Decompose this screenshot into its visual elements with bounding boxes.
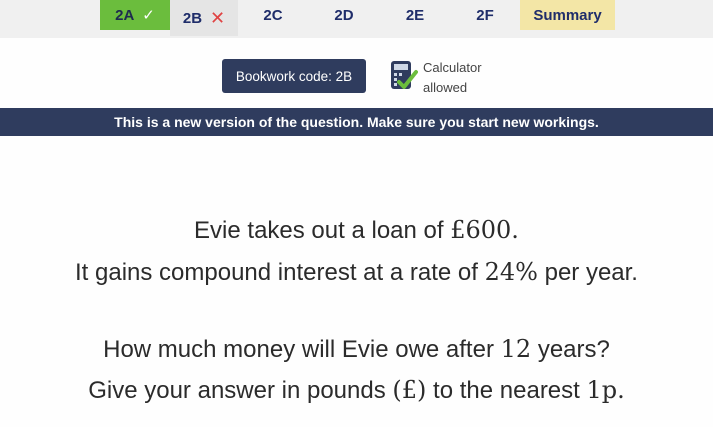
new-version-banner: This is a new version of the question. M…	[0, 108, 713, 136]
question-text: Evie takes out a loan of	[194, 217, 451, 244]
question-line-2: It gains compound interest at a rate of …	[0, 258, 713, 287]
calculator-allowed-label: allowed	[423, 80, 468, 95]
tab-2b[interactable]: 2B ✕	[170, 0, 238, 36]
cross-icon: ✕	[210, 7, 226, 28]
tab-label: 2F	[476, 6, 494, 24]
calculator-icon	[391, 61, 418, 89]
tab-2d[interactable]: 2D	[308, 0, 380, 30]
years-value: 12	[500, 335, 532, 363]
currency-unit: (£)	[392, 376, 427, 404]
tab-2e[interactable]: 2E	[380, 0, 450, 30]
question-line-1: Evie takes out a loan of £600.	[0, 216, 713, 245]
question-text: It gains compound interest at a rate of	[75, 259, 485, 286]
question-text: to the nearest	[426, 377, 587, 404]
tab-summary[interactable]: Summary	[520, 0, 615, 30]
tab-label: 2D	[334, 6, 354, 24]
calculator-status: Calculator allowed	[388, 58, 488, 98]
bookwork-code-badge: Bookwork code: 2B	[222, 59, 366, 93]
check-icon: ✓	[142, 7, 155, 24]
calculator-label: Calculator	[423, 60, 482, 75]
question-text: per year.	[537, 259, 638, 286]
question-line-4: Give your answer in pounds (£) to the ne…	[0, 376, 713, 405]
question-text: Give your answer in pounds	[88, 377, 393, 404]
tab-label: Summary	[533, 6, 602, 24]
tab-2f[interactable]: 2F	[450, 0, 520, 30]
tab-2c[interactable]: 2C	[238, 0, 308, 30]
interest-rate: 24%	[484, 258, 538, 286]
tab-label: 2B	[182, 9, 203, 27]
tab-label: 2C	[263, 6, 283, 24]
question-tab-bar: 2A ✓ 2B ✕ 2C 2D 2E 2F Summary	[0, 0, 713, 38]
question-text: How much money will Evie owe after	[103, 336, 501, 363]
tab-label: 2A	[115, 6, 135, 24]
question-text: years?	[531, 336, 610, 363]
tab-2a[interactable]: 2A ✓	[100, 0, 170, 30]
question-line-3: How much money will Evie owe after 12 ye…	[0, 335, 713, 364]
tab-label: 2E	[405, 6, 425, 24]
loan-amount: £600.	[450, 216, 519, 244]
rounding-precision: 1p.	[586, 376, 625, 404]
